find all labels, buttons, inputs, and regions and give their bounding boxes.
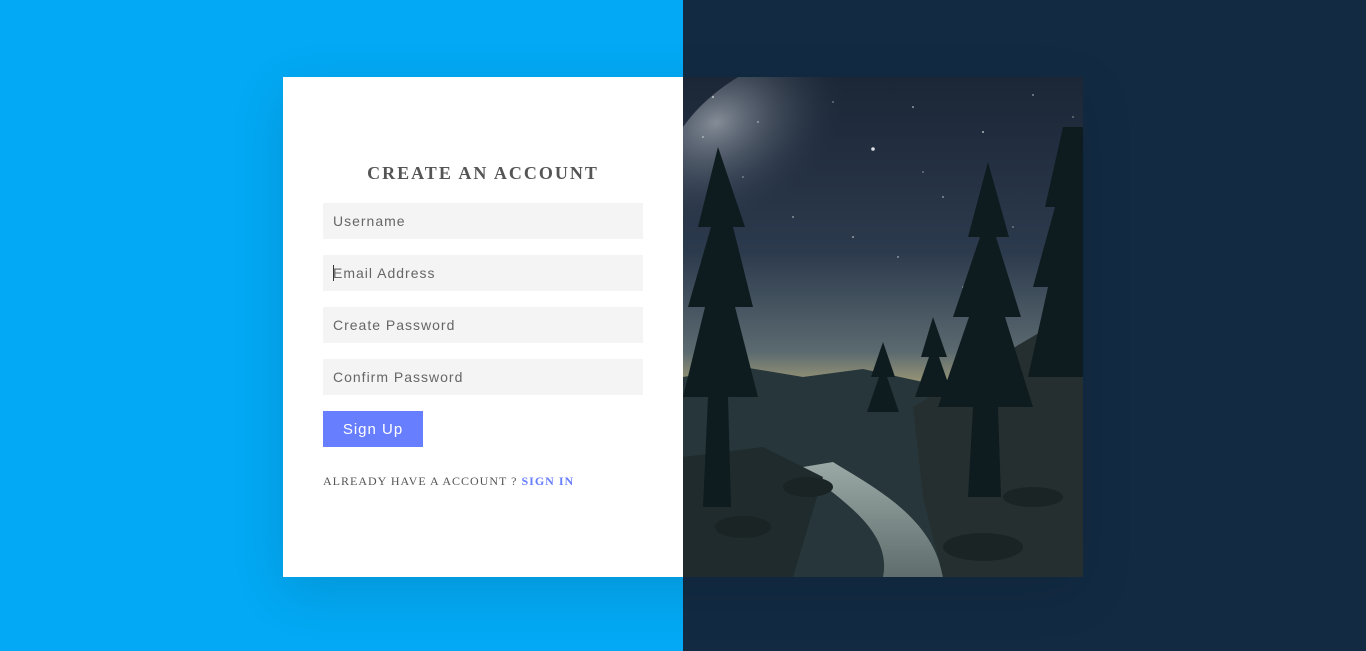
sign-in-link[interactable]: SIGN IN xyxy=(521,474,574,488)
username-input[interactable] xyxy=(323,203,643,239)
sign-up-button[interactable]: Sign Up xyxy=(323,411,423,447)
signin-prompt-row: ALREADY HAVE A ACCOUNT ? SIGN IN xyxy=(323,474,574,489)
create-password-input[interactable] xyxy=(323,307,643,343)
night-sky-forest-image xyxy=(683,77,1083,577)
confirm-password-input[interactable] xyxy=(323,359,643,395)
signin-prompt-text: ALREADY HAVE A ACCOUNT ? xyxy=(323,474,518,488)
text-cursor xyxy=(333,265,334,281)
form-title: CREATE AN ACCOUNT xyxy=(367,163,599,183)
signup-card: CREATE AN ACCOUNT Sign Up ALREADY HAVE A… xyxy=(283,77,1083,577)
email-input[interactable] xyxy=(323,255,643,291)
signup-form: CREATE AN ACCOUNT Sign Up ALREADY HAVE A… xyxy=(283,77,683,577)
